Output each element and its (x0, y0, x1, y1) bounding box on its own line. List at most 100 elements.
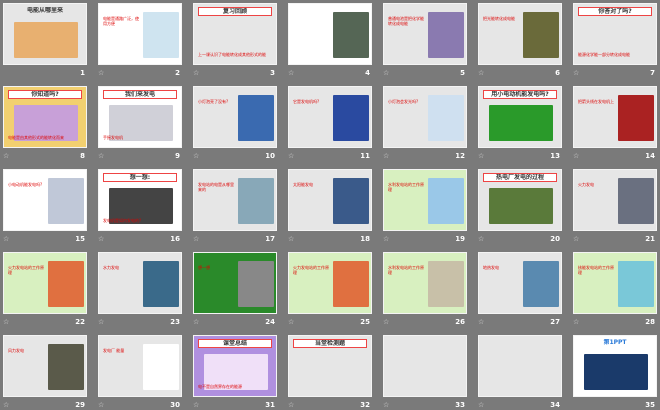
slide-thumbnail[interactable]: 课堂总结 电不是自然界存在的能源 (193, 335, 277, 397)
transition-icon[interactable]: ☆ (478, 152, 484, 160)
slide-image (523, 261, 559, 307)
slide-text: 能源化学能一部分转化成电能 (578, 52, 630, 57)
slide-thumbnail[interactable]: 我们来发电 手摇发电机 (98, 86, 182, 148)
slide-image (333, 261, 369, 307)
transition-icon[interactable]: ☆ (288, 69, 294, 77)
slide-thumbnail[interactable]: 火力发电站的工作原理 (288, 252, 372, 314)
slide-thumbnail[interactable]: 它是发电机吗? (288, 86, 372, 148)
transition-icon[interactable]: ☆ (383, 69, 389, 77)
slide-title: 课堂总结 (198, 339, 272, 348)
transition-icon[interactable]: ☆ (383, 318, 389, 326)
transition-icon[interactable]: ☆ (98, 318, 104, 326)
slide-text: 火力发电 (578, 182, 594, 187)
transition-icon[interactable]: ☆ (478, 401, 484, 409)
transition-icon[interactable]: ☆ (383, 401, 389, 409)
slide-thumbnail[interactable]: 复习回顾 上一课认识了电能转化成其他形式的能 (193, 3, 277, 65)
slide-image (143, 12, 179, 58)
slide-thumbnail[interactable]: 电能从哪里来 (3, 3, 87, 65)
slide-thumbnail[interactable]: 当堂检测题 (288, 335, 372, 397)
slide-thumbnail[interactable]: 小灯泡会发光吗? (383, 86, 467, 148)
slide-image (143, 261, 179, 307)
slide-thumbnail[interactable]: 你知道吗? 电能是由其他形式的能转化而来 (3, 86, 87, 148)
slide-thumbnail[interactable]: 小电动机能发电吗? (3, 169, 87, 231)
transition-icon[interactable]: ☆ (98, 69, 104, 77)
slide-thumbnail[interactable]: 小灯泡亮了没有? (193, 86, 277, 148)
slide-thumbnail[interactable]: 地热发电 (478, 252, 562, 314)
slide-thumbnail[interactable]: 第1PPT (573, 335, 657, 397)
slide-thumbnail[interactable]: 把箭头线在发电机上 (573, 86, 657, 148)
transition-icon[interactable]: ☆ (478, 235, 484, 243)
transition-icon[interactable]: ☆ (193, 152, 199, 160)
transition-icon[interactable]: ☆ (383, 235, 389, 243)
slide-number: 8 (80, 152, 85, 160)
transition-icon[interactable]: ☆ (383, 152, 389, 160)
slide-thumbnail[interactable] (288, 3, 372, 65)
transition-icon[interactable]: ☆ (573, 318, 579, 326)
slide-title: 用小电动机能发电吗? (483, 90, 557, 99)
slide-image (143, 344, 179, 390)
slide-number: 4 (365, 69, 370, 77)
slide-thumbnail[interactable] (478, 335, 562, 397)
transition-icon[interactable]: ☆ (573, 69, 579, 77)
slide-thumbnail[interactable]: 普通电池是把化学能转化成电能 (383, 3, 467, 65)
slide-thumbnail[interactable]: 核能发电站的工作原理 (573, 252, 657, 314)
slide-image (48, 178, 84, 224)
slide-thumbnail[interactable]: 火力发电 (573, 169, 657, 231)
transition-icon[interactable]: ☆ (478, 318, 484, 326)
slide-number: 33 (455, 401, 465, 409)
slide-image (48, 344, 84, 390)
slide-thumbnail[interactable]: 想一想: 发电机是如何发电的? (98, 169, 182, 231)
slide-number: 19 (455, 235, 465, 243)
slide-number: 29 (75, 401, 85, 409)
slide-text: 发电机是如何发电的? (103, 218, 142, 223)
transition-icon[interactable]: ☆ (3, 318, 9, 326)
slide-image (333, 12, 369, 58)
transition-icon[interactable]: ☆ (288, 235, 294, 243)
slide-thumbnail[interactable] (383, 335, 467, 397)
slide-number: 3 (270, 69, 275, 77)
slide-text: 火力发电站的工作原理 (293, 265, 329, 275)
transition-icon[interactable]: ☆ (3, 401, 9, 409)
transition-icon[interactable]: ☆ (573, 152, 579, 160)
slide-thumbnail[interactable]: 水力发电 (98, 252, 182, 314)
transition-icon[interactable]: ☆ (288, 318, 294, 326)
transition-icon[interactable]: ☆ (193, 69, 199, 77)
slide-number: 7 (650, 69, 655, 77)
transition-icon[interactable]: ☆ (193, 401, 199, 409)
transition-icon[interactable]: ☆ (193, 235, 199, 243)
slide-thumbnail[interactable]: 发电厂 能量 (98, 335, 182, 397)
slide-thumbnail[interactable]: 你答对了吗? 能源化学能一部分转化成电能 (573, 3, 657, 65)
slide-thumbnail[interactable]: 风力发电 (3, 335, 87, 397)
transition-icon[interactable]: ☆ (288, 401, 294, 409)
transition-icon[interactable]: ☆ (3, 235, 9, 243)
transition-icon[interactable]: ☆ (478, 69, 484, 77)
slide-title: 你答对了吗? (578, 7, 652, 16)
slide-number: 27 (550, 318, 560, 326)
slide-text: 小灯泡亮了没有? (198, 99, 229, 104)
slide-thumbnail[interactable]: 发电站的电是从哪里来的 (193, 169, 277, 231)
slide-thumbnail[interactable]: 用小电动机能发电吗? (478, 86, 562, 148)
slide-image (14, 22, 78, 58)
slide-thumbnail[interactable]: 电能是通路广泛，使用方便 (98, 3, 182, 65)
slide-text: 水利发电站的工作原理 (388, 265, 424, 275)
slide-number: 25 (360, 318, 370, 326)
slide-number: 9 (175, 152, 180, 160)
slide-thumbnail[interactable]: 想一想 (193, 252, 277, 314)
transition-icon[interactable]: ☆ (288, 152, 294, 160)
transition-icon[interactable]: ☆ (573, 235, 579, 243)
transition-icon[interactable]: ☆ (193, 318, 199, 326)
slide-thumbnail[interactable]: 太阳能发电 (288, 169, 372, 231)
slide-thumbnail[interactable]: 把光能转化成电能 (478, 3, 562, 65)
slide-thumbnail[interactable]: 热电厂发电的过程 (478, 169, 562, 231)
slide-thumbnail[interactable]: 水利发电站的工作原理 (383, 252, 467, 314)
transition-icon[interactable]: ☆ (98, 401, 104, 409)
slide-image (428, 12, 464, 58)
transition-icon[interactable]: ☆ (98, 152, 104, 160)
slide-thumbnail[interactable]: 火力发电站的工作原理 (3, 252, 87, 314)
slide-thumbnail[interactable]: 水利发电站的工作原理 (383, 169, 467, 231)
slide-number: 10 (265, 152, 275, 160)
slide-number: 21 (645, 235, 655, 243)
transition-icon[interactable]: ☆ (3, 152, 9, 160)
slide-number: 12 (455, 152, 465, 160)
transition-icon[interactable]: ☆ (98, 235, 104, 243)
